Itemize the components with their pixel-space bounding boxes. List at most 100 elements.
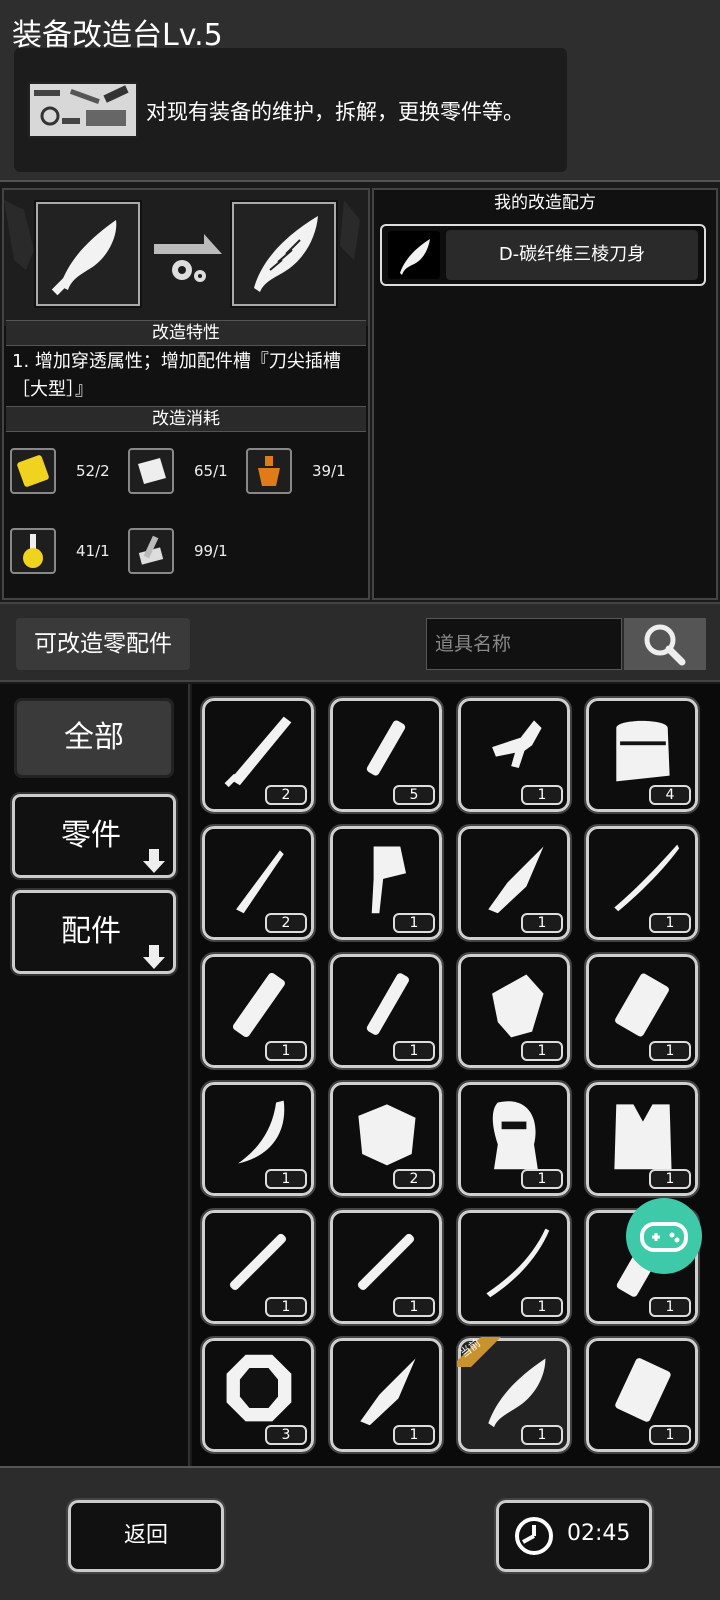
item-count: 1 (521, 785, 563, 805)
grid-item[interactable]: 1 (456, 696, 572, 814)
grid-item[interactable]: 1 (584, 952, 700, 1070)
footer-bar: 返回 02:45 (0, 1466, 720, 1600)
cost-value: 99/1 (194, 542, 228, 560)
grid-item[interactable]: 1 (200, 1208, 316, 1326)
upgrade-panel: 改造特性 1. 增加穿透属性；增加配件槽『刀尖插槽［大型］』 改造消耗 52/2… (2, 188, 370, 600)
cost-header: 改造消耗 (6, 406, 366, 432)
item-count: 1 (521, 1297, 563, 1317)
search-button[interactable] (624, 618, 706, 670)
traits-header: 改造特性 (6, 320, 366, 346)
feather-blade-icon (388, 231, 440, 279)
spear-head-icon (343, 1349, 429, 1429)
clock-icon (513, 1515, 555, 1557)
yellow-flask-icon (10, 528, 56, 574)
feather-blade-icon (254, 216, 318, 292)
item-count: 1 (649, 1297, 691, 1317)
category-label: 零件 (61, 818, 121, 853)
parts-grid: 2 5 1 4 2 1 1 1 1 1 1 1 1 2 1 1 1 1 1 1 3 1 1 当前 1 (192, 684, 720, 1466)
recipe-title: 我的改造配方 (494, 193, 596, 213)
spiked-grip-icon (599, 965, 685, 1045)
grid-item[interactable]: 3 (200, 1336, 316, 1454)
item-count: 4 (649, 785, 691, 805)
grid-item[interactable]: 1 (584, 1080, 700, 1198)
kukri-blade-icon (51, 220, 117, 296)
category-parts[interactable]: 零件 (10, 792, 178, 880)
timer-button[interactable]: 02:45 (494, 1498, 654, 1574)
long-blade-icon (215, 709, 301, 789)
current-tag: 当前 (457, 1336, 509, 1381)
upgrade-arrow-icon (154, 226, 224, 286)
back-button[interactable]: 返回 (66, 1498, 226, 1574)
arrow-down-icon (143, 921, 165, 969)
item-count: 1 (521, 1169, 563, 1189)
grid-item[interactable]: 1 (200, 1080, 316, 1198)
item-count: 1 (393, 913, 435, 933)
grid-item[interactable]: 4 (584, 696, 700, 814)
broken-axe-icon (471, 965, 557, 1045)
upgrade-compare (4, 190, 368, 326)
item-count: 1 (649, 1169, 691, 1189)
item-count: 5 (393, 785, 435, 805)
orange-potion-icon (246, 448, 292, 494)
recipe-name: D-碳纤维三棱刀身 (446, 230, 698, 280)
spear-head-icon (471, 837, 557, 917)
cloth-wrap-icon (128, 448, 174, 494)
source-item-slot[interactable] (34, 200, 142, 308)
grid-item[interactable]: 2 (200, 696, 316, 814)
item-count: 1 (649, 1041, 691, 1061)
curved-blade-icon (215, 1093, 301, 1173)
scope-rod-icon (215, 1221, 301, 1301)
item-count: 1 (265, 1297, 307, 1317)
item-count: 1 (393, 1041, 435, 1061)
item-count: 1 (265, 1041, 307, 1061)
balaclava-icon (471, 1093, 557, 1173)
grid-item[interactable]: 1 当前 (456, 1336, 572, 1454)
category-sidebar: 全部 零件 配件 (0, 684, 190, 1466)
grid-item[interactable]: 5 (328, 696, 444, 814)
item-count: 1 (393, 1425, 435, 1445)
item-count: 2 (265, 785, 307, 805)
metal-parts-icon (128, 528, 174, 574)
grid-item[interactable]: 1 (456, 824, 572, 942)
recipe-item[interactable]: D-碳纤维三棱刀身 (380, 224, 706, 286)
scope-rod-icon (343, 1221, 429, 1301)
item-count: 2 (393, 1169, 435, 1189)
grid-item[interactable]: 1 (456, 952, 572, 1070)
workbench-tools-icon (28, 82, 138, 138)
grid-item[interactable]: 2 (200, 824, 316, 942)
search-input[interactable] (426, 618, 622, 670)
grid-item[interactable]: 1 (328, 1208, 444, 1326)
grid-item[interactable]: 1 (200, 952, 316, 1070)
yellow-card-icon (10, 448, 56, 494)
header: 装备改造台Lv.5 对现有装备的维护，拆解，更换零件等。 (0, 0, 720, 182)
recipe-panel: 我的改造配方 D-碳纤维三棱刀身 (372, 188, 718, 600)
cost-value: 65/1 (194, 462, 228, 480)
grid-item[interactable]: 1 (584, 824, 700, 942)
weight-plate-icon (215, 1349, 301, 1429)
grid-item[interactable]: 1 (328, 1336, 444, 1454)
target-item-slot[interactable] (230, 200, 338, 308)
grid-item[interactable]: 2 (328, 1080, 444, 1198)
arrow-down-icon (143, 825, 165, 873)
category-all[interactable]: 全部 (14, 698, 174, 778)
item-count: 3 (265, 1425, 307, 1445)
search-icon (644, 624, 686, 666)
gamepad-float-button[interactable] (626, 1198, 702, 1274)
grid-item[interactable]: 1 (328, 824, 444, 942)
sabre-blade-icon (471, 1221, 557, 1301)
armor-plate-icon (343, 1093, 429, 1173)
grid-item[interactable]: 1 (584, 1336, 700, 1454)
cost-value: 39/1 (312, 462, 346, 480)
grid-item[interactable]: 1 (456, 1080, 572, 1198)
pouch-icon (599, 1349, 685, 1429)
cost-item[interactable]: 99/1 (128, 528, 298, 578)
short-handle-icon (343, 965, 429, 1045)
item-count: 1 (649, 913, 691, 933)
item-count: 1 (393, 1297, 435, 1317)
category-accessories[interactable]: 配件 (10, 888, 178, 976)
item-count: 2 (265, 913, 307, 933)
gamepad-icon (640, 1222, 688, 1252)
grid-item[interactable]: 1 (456, 1208, 572, 1326)
item-count: 1 (265, 1169, 307, 1189)
grid-item[interactable]: 1 (328, 952, 444, 1070)
